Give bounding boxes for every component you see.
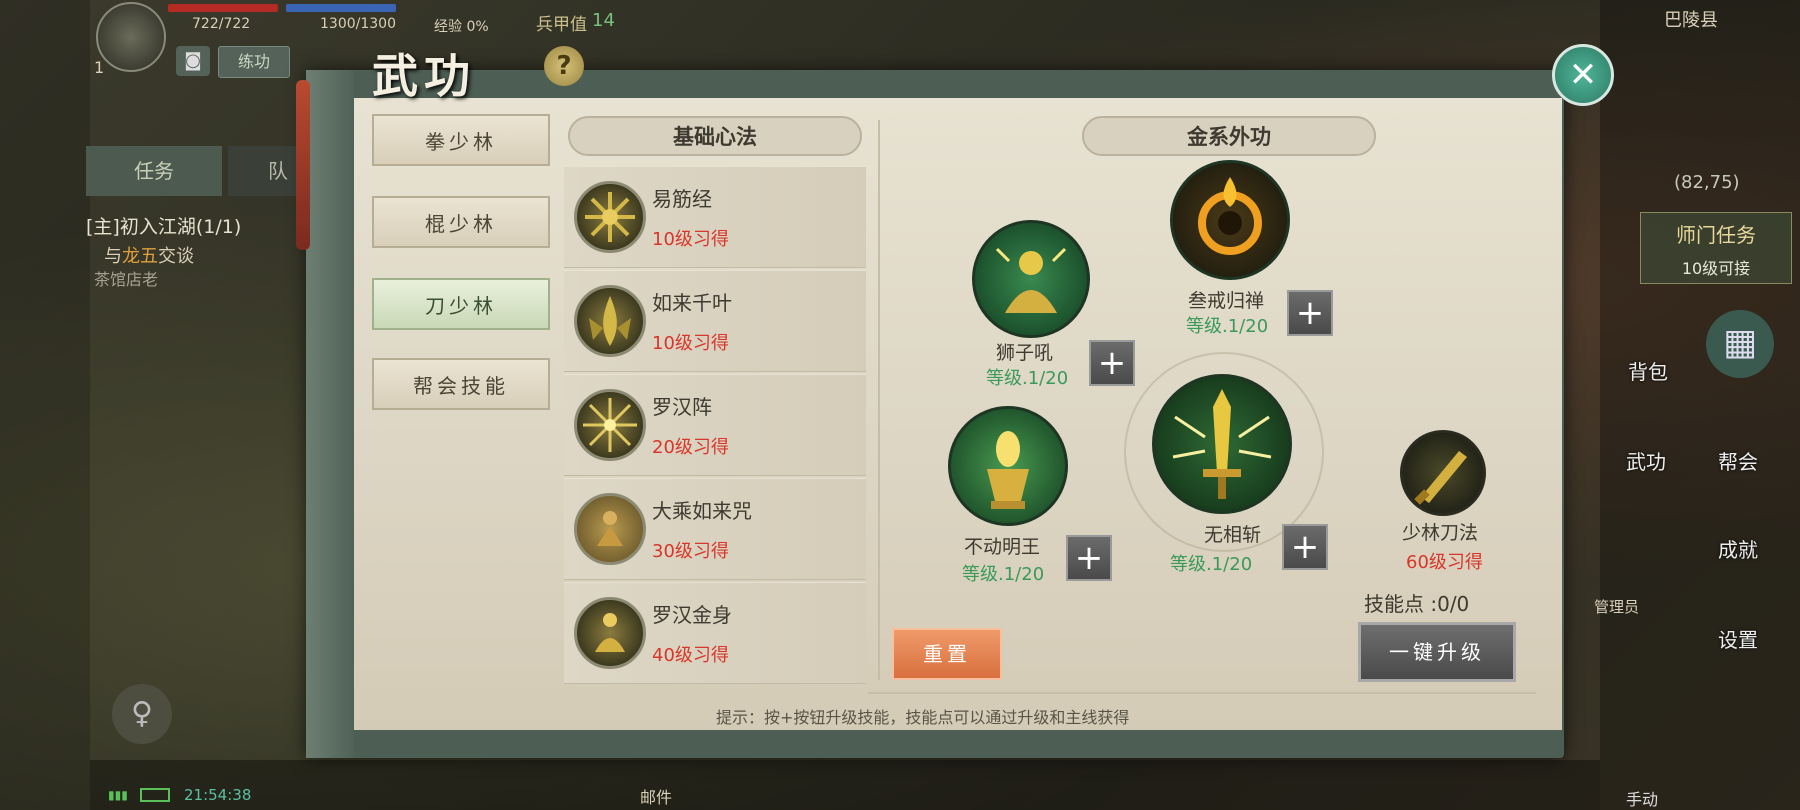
skill-name: 易筋经	[652, 187, 712, 211]
skill-req: 10级习得	[652, 229, 729, 250]
achievement-label[interactable]: 成就	[1718, 534, 1758, 563]
armor-value: 14	[592, 10, 615, 31]
dacheng-icon	[574, 493, 646, 565]
meditate-button[interactable]: ♀	[112, 684, 172, 744]
skill-name: 叁戒归禅	[1188, 290, 1265, 312]
skill-name: 狮子吼	[996, 342, 1054, 364]
left-edge-shade	[0, 0, 90, 810]
tab-gun-shaolin[interactable]: 棍少林	[372, 196, 550, 248]
list-item[interactable]: 如来千叶 10级习得	[564, 270, 866, 372]
skill-level: 等级.1/20	[986, 368, 1069, 389]
hp-text: 722/722	[192, 16, 251, 32]
skill-req: 40级习得	[652, 645, 729, 666]
skill-req: 20级习得	[652, 437, 729, 458]
tab-dao-shaolin[interactable]: 刀少林	[372, 278, 550, 330]
bottom-divider	[868, 692, 1536, 694]
location-name: 巴陵县	[1664, 10, 1718, 31]
reset-button[interactable]: 重置	[892, 628, 1002, 680]
rulai-qianye-icon	[574, 285, 646, 357]
battery-icon	[140, 788, 170, 802]
wugong-label[interactable]: 武功	[1626, 446, 1666, 475]
list-item[interactable]: 易筋经 10级习得	[564, 166, 866, 268]
tab-quan-shaolin[interactable]: 拳少林	[372, 114, 550, 166]
guild-label[interactable]: 帮会	[1718, 446, 1758, 475]
close-button[interactable]: ✕	[1552, 44, 1614, 106]
budong-skill-icon[interactable]	[948, 406, 1068, 526]
coords-text: (82,75)	[1674, 172, 1740, 193]
mp-bar	[286, 4, 396, 12]
hp-bar	[168, 4, 278, 12]
exp-text: 经验 0%	[434, 19, 489, 35]
skill-req: 10级习得	[652, 333, 729, 354]
mail-label[interactable]: 邮件	[640, 784, 672, 808]
manual-label[interactable]: 手动	[1626, 786, 1658, 810]
mp-text: 1300/1300	[320, 16, 396, 32]
shaolin-dao-skill-icon[interactable]	[1400, 430, 1486, 516]
skill-req: 60级习得	[1406, 552, 1483, 573]
upgrade-shizi-button[interactable]: +	[1089, 340, 1135, 386]
list-item[interactable]: 罗汉阵 20级习得	[564, 374, 866, 476]
yijinjing-icon	[574, 181, 646, 253]
skill-name: 如来千叶	[652, 291, 732, 315]
team-tab[interactable]: 队	[228, 146, 304, 196]
upgrade-budong-button[interactable]: +	[1066, 535, 1112, 581]
skill-level: 等级.1/20	[962, 564, 1045, 585]
clock-text: 21:54:38	[184, 786, 252, 804]
sanjie-skill-icon[interactable]	[1170, 160, 1290, 280]
basic-section-header: 基础心法	[568, 116, 862, 156]
settings-label[interactable]: 设置	[1718, 624, 1758, 653]
upgrade-wuxiang-button[interactable]: +	[1282, 524, 1328, 570]
practice-button[interactable]: 练功	[218, 46, 290, 78]
quest-prefix: 与	[104, 246, 122, 267]
admin-label: 管理员	[1594, 598, 1640, 616]
list-item[interactable]: 大乘如来咒 30级习得	[564, 478, 866, 580]
luohan-jinshen-icon	[574, 597, 646, 669]
dialog-title: 武功	[372, 49, 476, 103]
player-avatar[interactable]	[96, 2, 166, 72]
upgrade-all-button[interactable]: 一键升级	[1358, 622, 1516, 682]
camera-icon[interactable]: ◙	[176, 46, 210, 76]
signal-icon: ▮▮▮	[108, 788, 128, 802]
help-button[interactable]: ?	[544, 46, 584, 86]
quest-action: 交谈	[158, 246, 194, 267]
skill-name: 罗汉金身	[652, 603, 732, 627]
skill-name: 不动明王	[964, 536, 1041, 558]
quest-npc: 龙五	[122, 246, 158, 267]
bag-label[interactable]: 背包	[1628, 356, 1668, 385]
skill-points-label: 技能点 :0/0	[1364, 592, 1470, 616]
sect-task-panel[interactable]: 师门任务 10级可接	[1640, 212, 1792, 284]
sect-task-req: 10级可接	[1681, 259, 1751, 278]
quest-sub: 茶馆店老	[94, 270, 159, 289]
right-edge-shade	[1600, 0, 1800, 810]
hint-text: 提示：按+按钮升级技能，技能点可以通过升级和主线获得	[716, 708, 1130, 727]
skill-req: 30级习得	[652, 541, 729, 562]
task-tab[interactable]: 任务	[86, 146, 222, 196]
skill-name: 罗汉阵	[652, 395, 712, 419]
menu-grid-icon[interactable]: ▦	[1706, 310, 1774, 378]
player-level: 1	[94, 58, 105, 77]
skill-name: 无相斩	[1204, 524, 1262, 546]
red-tassel-ornament	[296, 80, 310, 250]
bottom-bar-shade	[90, 760, 1600, 810]
skill-name: 大乘如来咒	[652, 499, 752, 523]
tab-guild-skills[interactable]: 帮会技能	[372, 358, 550, 410]
upgrade-sanjie-button[interactable]: +	[1287, 290, 1333, 336]
wuxiang-skill-icon[interactable]	[1152, 374, 1292, 514]
shizi-skill-icon[interactable]	[972, 220, 1090, 338]
skill-level: 等级.1/20	[1170, 554, 1253, 575]
armor-label: 兵甲值	[536, 15, 587, 35]
panel-divider	[878, 120, 880, 680]
skill-level: 等级.1/20	[1186, 316, 1269, 337]
list-item[interactable]: 罗汉金身 40级习得	[564, 582, 866, 684]
quest-title[interactable]: [主]初入江湖(1/1)	[86, 212, 241, 239]
left-frame-post	[306, 70, 354, 758]
quest-desc[interactable]: 与龙五交谈	[104, 242, 194, 268]
ext-section-header: 金系外功	[1082, 116, 1376, 156]
sect-task-title: 师门任务	[1676, 223, 1756, 247]
skill-name: 少林刀法	[1402, 522, 1479, 544]
luohan-zhen-icon	[574, 389, 646, 461]
